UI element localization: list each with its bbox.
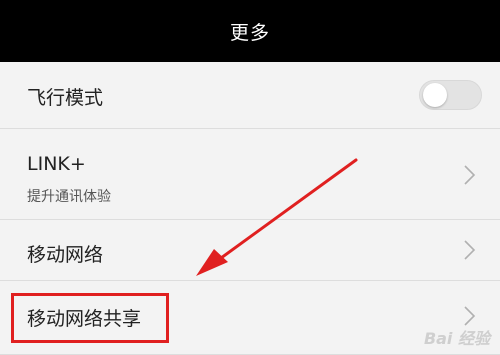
watermark: Bai 经验 [423, 329, 490, 348]
pointer-arrow-icon [196, 158, 358, 276]
